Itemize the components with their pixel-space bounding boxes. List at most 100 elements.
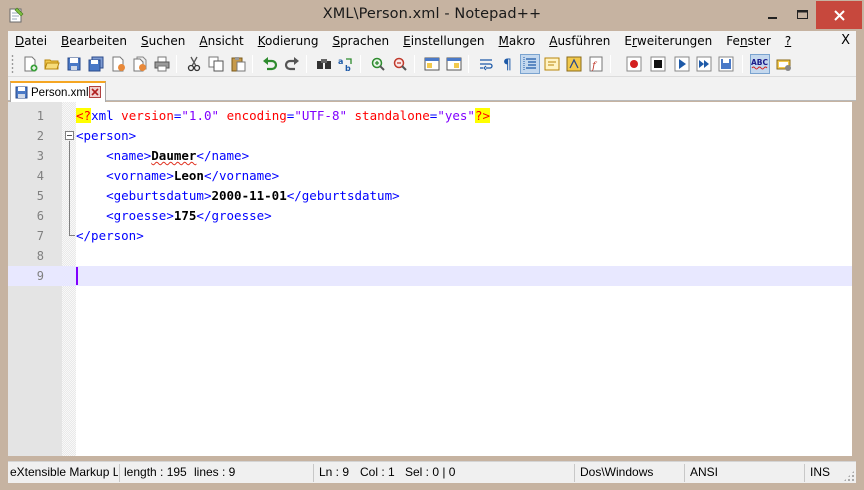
menu-bearbeiten[interactable]: Bearbeiten: [54, 31, 134, 51]
pi-close: ?>: [474, 108, 491, 123]
play-macro-button[interactable]: [672, 54, 692, 74]
stop-record-button[interactable]: [648, 54, 668, 74]
code-line[interactable]: 6 <groesse>175</groesse>: [8, 206, 852, 226]
attr-name: version: [121, 108, 174, 123]
function-list-button[interactable]: f: [586, 54, 606, 74]
open-file-button[interactable]: [42, 54, 62, 74]
svg-text:ABC: ABC: [751, 58, 769, 67]
word-wrap-button[interactable]: [476, 54, 496, 74]
menu-ausfuehren[interactable]: Ausführen: [542, 31, 617, 51]
run-macro-multiple-button[interactable]: [694, 54, 714, 74]
status-separator: [119, 464, 120, 482]
redo-button[interactable]: [282, 54, 302, 74]
replace-button[interactable]: ab: [336, 54, 356, 74]
close-document-button[interactable]: X: [841, 31, 850, 51]
toolbar-separator: [742, 55, 743, 73]
menu-ansicht[interactable]: Ansicht: [192, 31, 250, 51]
print-button[interactable]: [152, 54, 172, 74]
close-file-icon: [112, 56, 125, 72]
tab-close-icon[interactable]: [89, 86, 101, 98]
status-insert-mode: INS: [810, 465, 831, 479]
doc-map-button[interactable]: [564, 54, 584, 74]
menu-bearbeiten-label: earbeiten: [69, 34, 127, 48]
menu-ansicht-label: nsicht: [207, 34, 244, 48]
menu-datei[interactable]: Datei: [8, 31, 54, 51]
user-language-button[interactable]: [542, 54, 562, 74]
line-number: 2: [36, 129, 44, 143]
xml-tag: <name>: [106, 148, 152, 163]
status-length: length : 195: [124, 465, 187, 479]
save-button[interactable]: [64, 54, 84, 74]
zoom-in-button[interactable]: [368, 54, 388, 74]
close-file-button[interactable]: [108, 54, 128, 74]
minimize-icon: [768, 17, 777, 19]
line-number: 5: [36, 189, 44, 203]
menu-makro[interactable]: Makro: [492, 31, 543, 51]
show-all-chars-button[interactable]: ¶: [498, 54, 518, 74]
menu-help[interactable]: ?: [778, 31, 798, 51]
editor-area[interactable]: 1 <?xml version="1.0" encoding="UTF-8" s…: [8, 102, 852, 456]
cut-button[interactable]: [184, 54, 204, 74]
save-all-button[interactable]: [86, 54, 106, 74]
menu-fenster-accel: n: [739, 34, 748, 48]
current-code-line[interactable]: 9: [8, 266, 852, 286]
code-line[interactable]: 5 <geburtsdatum>2000-11-01</geburtsdatum…: [8, 186, 852, 206]
resize-grip[interactable]: [843, 470, 855, 482]
tab-person-xml[interactable]: Person.xml: [10, 81, 106, 102]
menu-suchen-accel: S: [140, 34, 149, 48]
xml-text-value: Leon: [173, 168, 204, 183]
code-line[interactable]: 8: [8, 246, 852, 266]
code-text: </person>: [76, 226, 144, 246]
xml-tag: <vorname>: [106, 168, 174, 183]
menu-suchen-label: uchen: [148, 34, 186, 48]
line-number: 7: [36, 229, 44, 243]
menu-suchen[interactable]: Suchen: [134, 31, 192, 51]
record-macro-button[interactable]: [624, 54, 644, 74]
code-line[interactable]: 4 <vorname>Leon</vorname>: [8, 166, 852, 186]
menu-kodierung[interactable]: Kodierung: [251, 31, 326, 51]
menu-fenster-prefix: Fe: [726, 34, 740, 48]
close-button[interactable]: [816, 1, 862, 29]
menu-erweiterungen-prefix: E: [624, 34, 632, 48]
sync-horizontal-button[interactable]: [444, 54, 464, 74]
copy-button[interactable]: [206, 54, 226, 74]
code-line[interactable]: 2 <person>: [8, 126, 852, 146]
find-button[interactable]: [314, 54, 334, 74]
new-file-icon: [24, 56, 38, 72]
play-macro-icon: [674, 56, 690, 72]
sync-vertical-button[interactable]: [422, 54, 442, 74]
code-line[interactable]: 7 </person>: [8, 226, 852, 246]
status-language: eXtensible Markup L: [10, 465, 118, 479]
pi-name: xml: [91, 108, 114, 123]
zoom-out-button[interactable]: [390, 54, 410, 74]
record-macro-icon: [626, 56, 642, 72]
user-language-icon: [544, 57, 560, 71]
menu-datei-label: atei: [24, 34, 48, 48]
menu-erweiterungen[interactable]: Erweiterungen: [617, 31, 719, 51]
clipboard-history-button[interactable]: [774, 54, 794, 74]
fold-collapse-icon[interactable]: [65, 131, 74, 140]
status-separator: [574, 464, 575, 482]
menu-fenster[interactable]: Fenster: [719, 31, 778, 51]
close-all-button[interactable]: [130, 54, 150, 74]
menu-sprachen[interactable]: Sprachen: [325, 31, 396, 51]
svg-text:a: a: [338, 57, 343, 66]
spellcheck-button[interactable]: ABC: [750, 54, 770, 74]
status-sel: Sel : 0 | 0: [405, 465, 456, 479]
toolbar-grip[interactable]: [11, 54, 14, 74]
menu-bar: Datei Bearbeiten Suchen Ansicht Kodierun…: [8, 31, 856, 51]
xml-text-value: 2000-11-01: [211, 188, 287, 203]
maximize-button[interactable]: [788, 1, 816, 29]
toolbar-separator: [610, 55, 611, 73]
indent-guide-button[interactable]: [520, 54, 540, 74]
undo-button[interactable]: [260, 54, 280, 74]
title-bar[interactable]: XML\Person.xml - Notepad++: [0, 0, 864, 31]
new-file-button[interactable]: [20, 54, 40, 74]
save-macro-button[interactable]: [716, 54, 736, 74]
paste-button[interactable]: [228, 54, 248, 74]
code-line[interactable]: 3 <name>Daumer</name>: [8, 146, 852, 166]
zoom-out-icon: [393, 57, 407, 71]
minimize-button[interactable]: [758, 1, 788, 29]
menu-einstellungen[interactable]: Einstellungen: [396, 31, 491, 51]
code-line[interactable]: 1 <?xml version="1.0" encoding="UTF-8" s…: [8, 106, 852, 126]
